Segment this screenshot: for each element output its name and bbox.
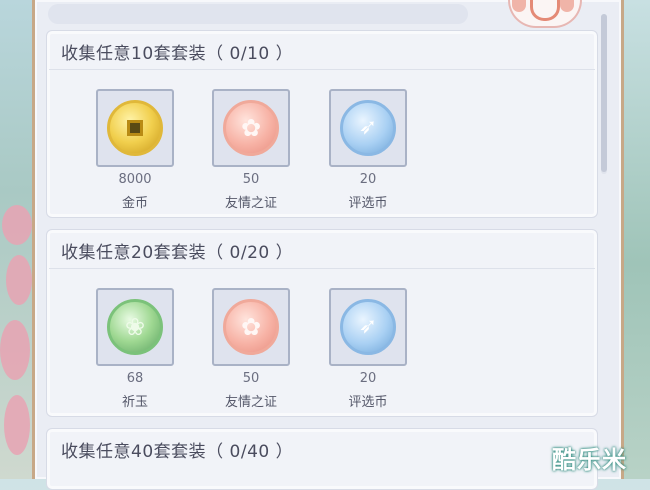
milestone-title: 收集任意20套套装（ 0/20 ） (61, 243, 294, 263)
reward-amount: 50 (242, 371, 260, 386)
reward-amount: 20 (359, 172, 377, 187)
milestone-section-20: 收集任意20套套装（ 0/20 ） ❀ 68 祈玉 ✿ 50 友情之证 ➶ 20… (46, 229, 598, 417)
milestone-section-40: 收集任意40套套装（ 0/40 ） (46, 428, 598, 490)
site-watermark: 酷乐米 (552, 446, 627, 474)
divider (49, 69, 595, 70)
reward-amount: 68 (126, 371, 144, 386)
reward-name: 祈玉 (121, 395, 148, 410)
milestone-section-10: 收集任意10套套装（ 0/10 ） 8000 金币 ✿ 50 友情之证 ➶ 20… (46, 30, 598, 218)
jade-icon: ❀ (107, 299, 163, 355)
friendship-token-icon: ✿ (223, 299, 279, 355)
cherry-blossom-decoration (2, 205, 32, 245)
friendship-token-icon: ✿ (223, 100, 279, 156)
reward-item-gold-coin[interactable] (96, 89, 174, 167)
reward-item-friendship-token[interactable]: ✿ (212, 89, 290, 167)
cherry-blossom-decoration (6, 255, 32, 305)
milestone-title: 收集任意40套套装（ 0/40 ） (61, 442, 294, 462)
milestone-title: 收集任意10套套装（ 0/10 ） (61, 44, 294, 64)
reward-item-selection-coin[interactable]: ➶ (329, 288, 407, 366)
reward-name: 评选币 (348, 395, 388, 410)
selection-coin-icon: ➶ (340, 299, 396, 355)
reward-item-selection-coin[interactable]: ➶ (329, 89, 407, 167)
reward-amount: 50 (242, 172, 260, 187)
reward-name: 友情之证 (224, 196, 277, 211)
reward-amount: 8000 (118, 172, 152, 187)
divider (49, 268, 595, 269)
scrollbar-thumb[interactable] (601, 14, 607, 172)
reward-name: 金币 (121, 196, 148, 211)
reward-name: 评选币 (348, 196, 388, 211)
gold-coin-icon (107, 100, 163, 156)
reward-item-friendship-token[interactable]: ✿ (212, 288, 290, 366)
reward-item-jade[interactable]: ❀ (96, 288, 174, 366)
selection-coin-icon: ➶ (340, 100, 396, 156)
cherry-blossom-decoration (0, 320, 30, 380)
cherry-blossom-decoration (4, 395, 30, 455)
reward-name: 友情之证 (224, 395, 277, 410)
previous-section-edge (48, 4, 468, 24)
reward-amount: 20 (359, 371, 377, 386)
